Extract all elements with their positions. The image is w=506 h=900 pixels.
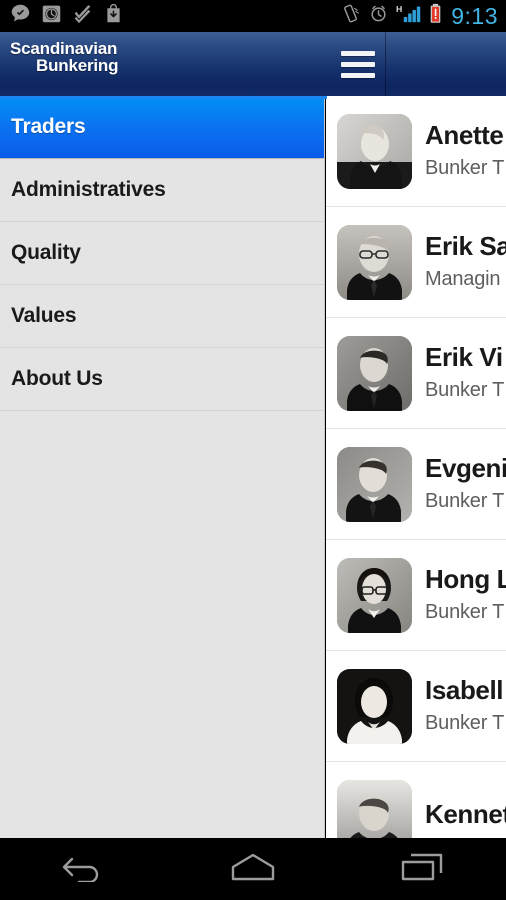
avatar — [337, 557, 412, 633]
device-screen: H 9:13 Scandinavian Bunkering Traders Ad… — [0, 0, 506, 900]
list-item[interactable]: Evgeni Bunker T — [326, 429, 506, 540]
contact-name: Erik Vi — [425, 342, 503, 372]
contact-role: Bunker T — [425, 712, 505, 735]
header-divider — [385, 32, 386, 96]
list-item[interactable]: Anette Bunker T — [326, 96, 506, 207]
recents-button[interactable] — [337, 838, 506, 900]
sidebar-item-values[interactable]: Values — [0, 285, 324, 348]
avatar — [337, 446, 412, 522]
app-header: Scandinavian Bunkering — [0, 32, 506, 96]
contact-text: Anette Bunker T — [412, 121, 504, 182]
status-bar: H 9:13 — [0, 0, 506, 32]
android-nav-bar — [0, 838, 506, 900]
contact-role: Bunker T — [425, 490, 505, 513]
message-check-icon — [10, 3, 31, 29]
contact-role: Managin — [425, 268, 501, 291]
list-item[interactable]: Erik Vi Bunker T — [326, 318, 506, 429]
contact-list[interactable]: Anette Bunker T Erik Sa Managin Erik Vi … — [326, 96, 506, 838]
sidebar-item-about-us[interactable]: About Us — [0, 348, 324, 411]
contact-name: Isabell — [425, 675, 504, 705]
contact-name: Erik Sa — [425, 231, 506, 261]
sidebar-item-label: Traders — [11, 115, 86, 138]
logo-line-2: Bunkering — [36, 56, 119, 76]
contact-text: Erik Sa Managin — [412, 232, 506, 293]
list-item[interactable]: Erik Sa Managin — [326, 207, 506, 318]
contact-name: Hong L — [425, 564, 506, 594]
alarm-clock-icon — [368, 3, 389, 29]
avatar — [337, 779, 412, 838]
download-bag-icon — [103, 3, 124, 29]
header-accent-underline — [0, 96, 327, 99]
home-pentagon-icon — [229, 852, 277, 887]
signal-h-icon: H — [396, 3, 422, 29]
sidebar-item-traders[interactable]: Traders — [0, 96, 324, 159]
status-bar-clock: 9:13 — [451, 2, 498, 29]
back-arrow-icon — [61, 852, 107, 887]
sidebar-item-label: About Us — [11, 367, 103, 390]
avatar — [337, 335, 412, 411]
menu-bar-2 — [340, 61, 375, 67]
contact-text: Erik Vi Bunker T — [412, 343, 504, 404]
sidebar-item-label: Administratives — [11, 178, 166, 201]
alarm-clock-icon — [41, 3, 62, 29]
sidebar-item-label: Quality — [11, 241, 81, 264]
list-item[interactable]: Kennet — [326, 762, 506, 838]
contact-name: Kennet — [425, 799, 506, 829]
sidebar-item-administratives[interactable]: Administratives — [0, 159, 324, 222]
logo-line-1: Scandinavian — [10, 39, 118, 58]
contact-name: Anette — [425, 120, 504, 150]
main-content: Traders Administratives Quality Values A… — [0, 96, 506, 838]
menu-bar-3 — [340, 72, 375, 78]
status-bar-system: H 9:13 — [340, 3, 498, 30]
contact-role: Bunker T — [425, 601, 505, 624]
avatar — [337, 224, 412, 300]
battery-low-icon — [429, 3, 442, 29]
contact-text: Isabell Bunker T — [412, 676, 504, 737]
app-logo: Scandinavian Bunkering — [10, 40, 118, 75]
menu-bar-1 — [340, 50, 375, 56]
contact-role: Bunker T — [425, 379, 505, 402]
vibrate-icon — [340, 3, 361, 29]
list-item[interactable]: Hong L Bunker T — [326, 540, 506, 651]
avatar — [337, 668, 412, 744]
sidebar-menu: Traders Administratives Quality Values A… — [0, 96, 325, 838]
contact-text: Hong L Bunker T — [412, 565, 506, 626]
home-button[interactable] — [169, 838, 338, 900]
contact-name: Evgeni — [425, 453, 506, 483]
double-check-icon — [72, 3, 93, 29]
recents-squares-icon — [399, 852, 445, 887]
svg-text:H: H — [396, 4, 402, 14]
sidebar-item-quality[interactable]: Quality — [0, 222, 324, 285]
list-item[interactable]: Isabell Bunker T — [326, 651, 506, 762]
contact-role: Bunker T — [425, 157, 505, 180]
avatar — [337, 113, 412, 189]
contact-text: Kennet — [412, 800, 506, 835]
back-button[interactable] — [0, 838, 169, 900]
status-bar-notifications — [10, 3, 124, 29]
hamburger-menu-icon[interactable] — [330, 32, 385, 96]
contact-text: Evgeni Bunker T — [412, 454, 506, 515]
sidebar-item-label: Values — [11, 304, 77, 327]
